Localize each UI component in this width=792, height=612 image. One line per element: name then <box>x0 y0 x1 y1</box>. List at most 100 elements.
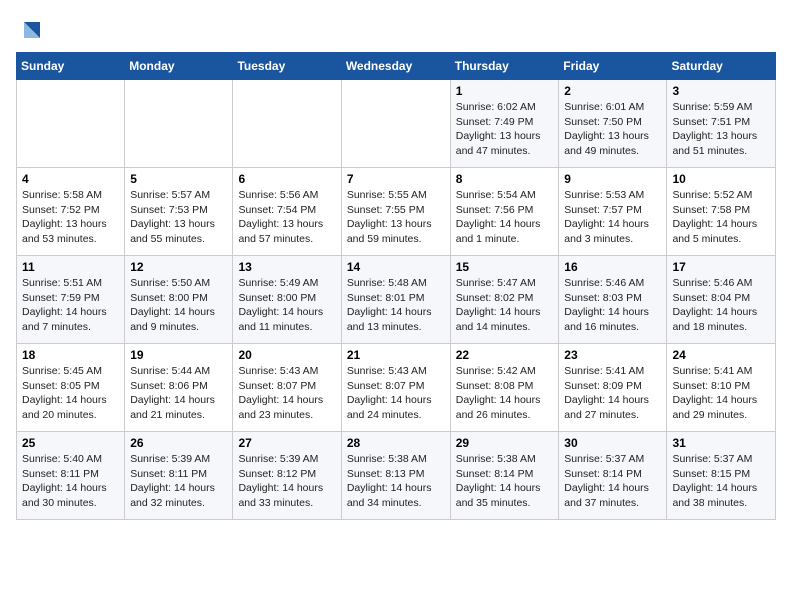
day-number: 22 <box>456 348 554 362</box>
calendar-cell: 15 Sunrise: 5:47 AM Sunset: 8:02 PM Dayli… <box>450 256 559 344</box>
calendar-cell: 26 Sunrise: 5:39 AM Sunset: 8:11 PM Dayli… <box>125 432 233 520</box>
day-number: 24 <box>672 348 770 362</box>
day-number: 19 <box>130 348 227 362</box>
calendar-cell: 10Sunrise: 5:52 AM Sunset: 7:58 PM Dayli… <box>667 168 776 256</box>
day-info: Sunrise: 5:50 AM Sunset: 8:00 PM Dayligh… <box>130 276 227 335</box>
week-row-5: 25 Sunrise: 5:40 AM Sunset: 8:11 PM Dayli… <box>17 432 776 520</box>
calendar-cell: 4Sunrise: 5:58 AM Sunset: 7:52 PM Daylig… <box>17 168 125 256</box>
day-info: Sunrise: 5:44 AM Sunset: 8:06 PM Dayligh… <box>130 364 227 423</box>
column-header-thursday: Thursday <box>450 53 559 80</box>
day-number: 13 <box>238 260 335 274</box>
day-info: Sunrise: 5:43 AM Sunset: 8:07 PM Dayligh… <box>347 364 445 423</box>
week-row-2: 4Sunrise: 5:58 AM Sunset: 7:52 PM Daylig… <box>17 168 776 256</box>
calendar-cell: 11 Sunrise: 5:51 AM Sunset: 7:59 PM Dayli… <box>17 256 125 344</box>
day-info: Sunrise: 5:51 AM Sunset: 7:59 PM Dayligh… <box>22 276 119 335</box>
day-info: Sunrise: 5:48 AM Sunset: 8:01 PM Dayligh… <box>347 276 445 335</box>
day-info: Sunrise: 5:41 AM Sunset: 8:09 PM Dayligh… <box>564 364 661 423</box>
day-number: 15 <box>456 260 554 274</box>
day-info: Sunrise: 5:56 AM Sunset: 7:54 PM Dayligh… <box>238 188 335 247</box>
week-row-3: 11 Sunrise: 5:51 AM Sunset: 7:59 PM Dayli… <box>17 256 776 344</box>
day-number: 20 <box>238 348 335 362</box>
day-number: 18 <box>22 348 119 362</box>
day-number: 25 <box>22 436 119 450</box>
calendar-cell: 19 Sunrise: 5:44 AM Sunset: 8:06 PM Dayli… <box>125 344 233 432</box>
calendar-cell: 27 Sunrise: 5:39 AM Sunset: 8:12 PM Dayli… <box>233 432 341 520</box>
day-info: Sunrise: 5:38 AM Sunset: 8:14 PM Dayligh… <box>456 452 554 511</box>
calendar-cell: 14 Sunrise: 5:48 AM Sunset: 8:01 PM Dayli… <box>341 256 450 344</box>
day-number: 27 <box>238 436 335 450</box>
day-number: 9 <box>564 172 661 186</box>
day-info: Sunrise: 5:46 AM Sunset: 8:03 PM Dayligh… <box>564 276 661 335</box>
column-header-tuesday: Tuesday <box>233 53 341 80</box>
day-info: Sunrise: 5:39 AM Sunset: 8:12 PM Dayligh… <box>238 452 335 511</box>
calendar-cell: 5 Sunrise: 5:57 AM Sunset: 7:53 PM Daylig… <box>125 168 233 256</box>
calendar-cell: 8 Sunrise: 5:54 AM Sunset: 7:56 PM Daylig… <box>450 168 559 256</box>
calendar-cell: 31 Sunrise: 5:37 AM Sunset: 8:15 PM Dayli… <box>667 432 776 520</box>
calendar-cell <box>233 80 341 168</box>
day-info: Sunrise: 5:45 AM Sunset: 8:05 PM Dayligh… <box>22 364 119 423</box>
week-row-4: 18 Sunrise: 5:45 AM Sunset: 8:05 PM Dayli… <box>17 344 776 432</box>
day-number: 21 <box>347 348 445 362</box>
calendar-cell: 22Sunrise: 5:42 AM Sunset: 8:08 PM Dayli… <box>450 344 559 432</box>
day-number: 17 <box>672 260 770 274</box>
calendar-cell <box>17 80 125 168</box>
calendar-cell: 28 Sunrise: 5:38 AM Sunset: 8:13 PM Dayli… <box>341 432 450 520</box>
day-number: 28 <box>347 436 445 450</box>
day-info: Sunrise: 5:43 AM Sunset: 8:07 PM Dayligh… <box>238 364 335 423</box>
day-info: Sunrise: 5:55 AM Sunset: 7:55 PM Dayligh… <box>347 188 445 247</box>
day-info: Sunrise: 5:49 AM Sunset: 8:00 PM Dayligh… <box>238 276 335 335</box>
column-header-sunday: Sunday <box>17 53 125 80</box>
column-header-saturday: Saturday <box>667 53 776 80</box>
day-info: Sunrise: 5:46 AM Sunset: 8:04 PM Dayligh… <box>672 276 770 335</box>
day-number: 11 <box>22 260 119 274</box>
day-info: Sunrise: 5:58 AM Sunset: 7:52 PM Dayligh… <box>22 188 119 247</box>
day-number: 3 <box>672 84 770 98</box>
calendar-cell: 6 Sunrise: 5:56 AM Sunset: 7:54 PM Daylig… <box>233 168 341 256</box>
calendar-cell: 30Sunrise: 5:37 AM Sunset: 8:14 PM Dayli… <box>559 432 667 520</box>
day-number: 8 <box>456 172 554 186</box>
day-number: 1 <box>456 84 554 98</box>
day-number: 16 <box>564 260 661 274</box>
day-info: Sunrise: 5:59 AM Sunset: 7:51 PM Dayligh… <box>672 100 770 159</box>
calendar-cell: 16 Sunrise: 5:46 AM Sunset: 8:03 PM Dayli… <box>559 256 667 344</box>
day-info: Sunrise: 5:53 AM Sunset: 7:57 PM Dayligh… <box>564 188 661 247</box>
day-info: Sunrise: 5:47 AM Sunset: 8:02 PM Dayligh… <box>456 276 554 335</box>
day-info: Sunrise: 5:41 AM Sunset: 8:10 PM Dayligh… <box>672 364 770 423</box>
calendar-cell: 17 Sunrise: 5:46 AM Sunset: 8:04 PM Dayli… <box>667 256 776 344</box>
day-info: Sunrise: 5:40 AM Sunset: 8:11 PM Dayligh… <box>22 452 119 511</box>
day-number: 12 <box>130 260 227 274</box>
day-info: Sunrise: 5:38 AM Sunset: 8:13 PM Dayligh… <box>347 452 445 511</box>
calendar-cell: 12 Sunrise: 5:50 AM Sunset: 8:00 PM Dayli… <box>125 256 233 344</box>
calendar-cell: 2Sunrise: 6:01 AM Sunset: 7:50 PM Daylig… <box>559 80 667 168</box>
day-number: 31 <box>672 436 770 450</box>
calendar-cell: 1Sunrise: 6:02 AM Sunset: 7:49 PM Daylig… <box>450 80 559 168</box>
calendar-cell: 24 Sunrise: 5:41 AM Sunset: 8:10 PM Dayli… <box>667 344 776 432</box>
day-number: 7 <box>347 172 445 186</box>
calendar-cell: 3 Sunrise: 5:59 AM Sunset: 7:51 PM Daylig… <box>667 80 776 168</box>
calendar-cell <box>125 80 233 168</box>
day-number: 6 <box>238 172 335 186</box>
day-info: Sunrise: 5:57 AM Sunset: 7:53 PM Dayligh… <box>130 188 227 247</box>
calendar-cell: 21 Sunrise: 5:43 AM Sunset: 8:07 PM Dayli… <box>341 344 450 432</box>
column-header-monday: Monday <box>125 53 233 80</box>
day-number: 2 <box>564 84 661 98</box>
logo-icon <box>18 16 46 44</box>
logo <box>16 16 46 44</box>
day-number: 26 <box>130 436 227 450</box>
day-info: Sunrise: 5:39 AM Sunset: 8:11 PM Dayligh… <box>130 452 227 511</box>
calendar-cell: 18 Sunrise: 5:45 AM Sunset: 8:05 PM Dayli… <box>17 344 125 432</box>
page-header <box>16 16 776 44</box>
day-number: 5 <box>130 172 227 186</box>
day-info: Sunrise: 5:37 AM Sunset: 8:15 PM Dayligh… <box>672 452 770 511</box>
day-number: 14 <box>347 260 445 274</box>
day-number: 29 <box>456 436 554 450</box>
day-info: Sunrise: 5:54 AM Sunset: 7:56 PM Dayligh… <box>456 188 554 247</box>
column-header-friday: Friday <box>559 53 667 80</box>
day-headers-row: SundayMondayTuesdayWednesdayThursdayFrid… <box>17 53 776 80</box>
day-number: 30 <box>564 436 661 450</box>
calendar-cell: 13 Sunrise: 5:49 AM Sunset: 8:00 PM Dayli… <box>233 256 341 344</box>
calendar-cell: 9 Sunrise: 5:53 AM Sunset: 7:57 PM Daylig… <box>559 168 667 256</box>
day-number: 23 <box>564 348 661 362</box>
week-row-1: 1Sunrise: 6:02 AM Sunset: 7:49 PM Daylig… <box>17 80 776 168</box>
calendar-cell: 25 Sunrise: 5:40 AM Sunset: 8:11 PM Dayli… <box>17 432 125 520</box>
